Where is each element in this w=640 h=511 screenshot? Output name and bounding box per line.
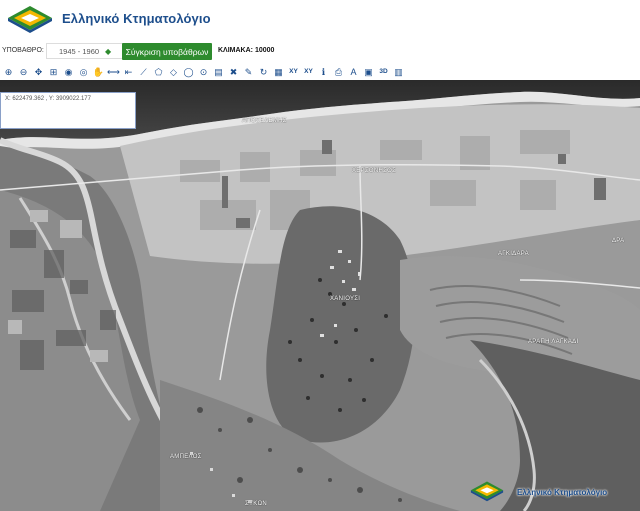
layer-label: ΥΠΟΒΑΘΡΟ: [2,47,44,54]
watermark-logo [470,481,504,502]
aerial-photo [0,80,640,511]
watermark-text: Ελληνικό Κτηματολόγιο [517,488,608,497]
refresh-icon[interactable]: ↻ [257,66,270,79]
coordinate-readout: X: 622479.362 , Y: 3909022.177 [0,92,136,129]
full-extent-icon[interactable]: ✥ [32,66,45,79]
app-header: Ελληνικό Κτηματολόγιο [0,0,640,40]
xy-icon[interactable]: XY [287,66,300,79]
3d-icon[interactable]: 3D [377,66,390,79]
draw-area-icon[interactable]: ◇ [167,66,180,79]
label-sykon: ΣΥΚΩΝ [245,501,268,507]
measure-distance-icon[interactable]: ⟷ [107,66,120,79]
ktimatologio-logo [8,6,52,33]
draw-circle-icon[interactable]: ◯ [182,66,195,79]
edit-icon[interactable]: ✎ [242,66,255,79]
aerial-map[interactable]: ΑΠΟΣΕΛΕΜΗΣ ΧΕΡΣΟΝΗΣΟΣ ΑΓΚΙΔΑΡΑ ΑΡΑΠΗ ΛΑΓ… [0,80,640,511]
label-arapi-lagkadi: ΑΡΑΠΗ ΛΑΓΚΑΔΙ [528,339,579,345]
label-aposelemis: ΑΠΟΣΕΛΕΜΗΣ [242,118,287,124]
compare-button[interactable]: Σύγκριση υποβάθρων [122,43,212,60]
draw-line-icon[interactable]: ⟋ [137,66,150,79]
layers-icon[interactable]: ▤ [212,66,225,79]
clear-icon[interactable]: ✖ [227,66,240,79]
zoom-box-icon[interactable]: ⊞ [47,66,60,79]
image-icon[interactable]: ▣ [362,66,375,79]
xy-goto-icon[interactable]: XY [302,66,315,79]
label-ambelos: ΑΜΠΕΛΟΣ [170,454,202,460]
zoom-out-icon[interactable]: ⊖ [17,66,30,79]
scale-text: ΚΛΙΜΑΚΑ: 10000 [218,47,275,54]
zoom-previous-icon[interactable]: ◉ [62,66,75,79]
measure-line-icon[interactable]: ⇤ [122,66,135,79]
label-chainousi: ΧΑΝΙΟΥΣΙ [330,296,361,302]
brand-title: Ελληνικό Κτηματολόγιο [62,11,211,26]
eye-icon: ◆ [105,46,112,56]
pan-icon[interactable]: ✋ [92,66,105,79]
info-icon[interactable]: ℹ [317,66,330,79]
zoom-next-icon[interactable]: ◎ [77,66,90,79]
map-toolbar: ⊕ ⊖ ✥ ⊞ ◉ ◎ ✋ ⟷ ⇤ ⟋ ⬠ ◇ ◯ ⊙ ▤ ✖ ✎ ↻ ▦ XY XY ℹ ⎙ A ▣ 3D ▥ [0,64,640,80]
coordinate-text: X: 622479.362 , Y: 3909022.177 [5,96,91,102]
zoom-in-icon[interactable]: ⊕ [2,66,15,79]
label-dra: ΔΡΑ [612,238,625,244]
grid-icon[interactable]: ▦ [272,66,285,79]
label-agkidara: ΑΓΚΙΔΑΡΑ [498,251,529,257]
print-icon[interactable]: ⎙ [332,66,345,79]
target-icon[interactable]: ⊙ [197,66,210,79]
export-icon[interactable]: ▥ [392,66,405,79]
year-select[interactable]: 1945 - 1960 ◆ [46,43,130,59]
draw-polygon-icon[interactable]: ⬠ [152,66,165,79]
label-chersonisos: ΧΕΡΣΟΝΗΣΟΣ [352,168,397,174]
year-value: 1945 - 1960 [59,46,100,56]
label-icon[interactable]: A [347,66,360,79]
